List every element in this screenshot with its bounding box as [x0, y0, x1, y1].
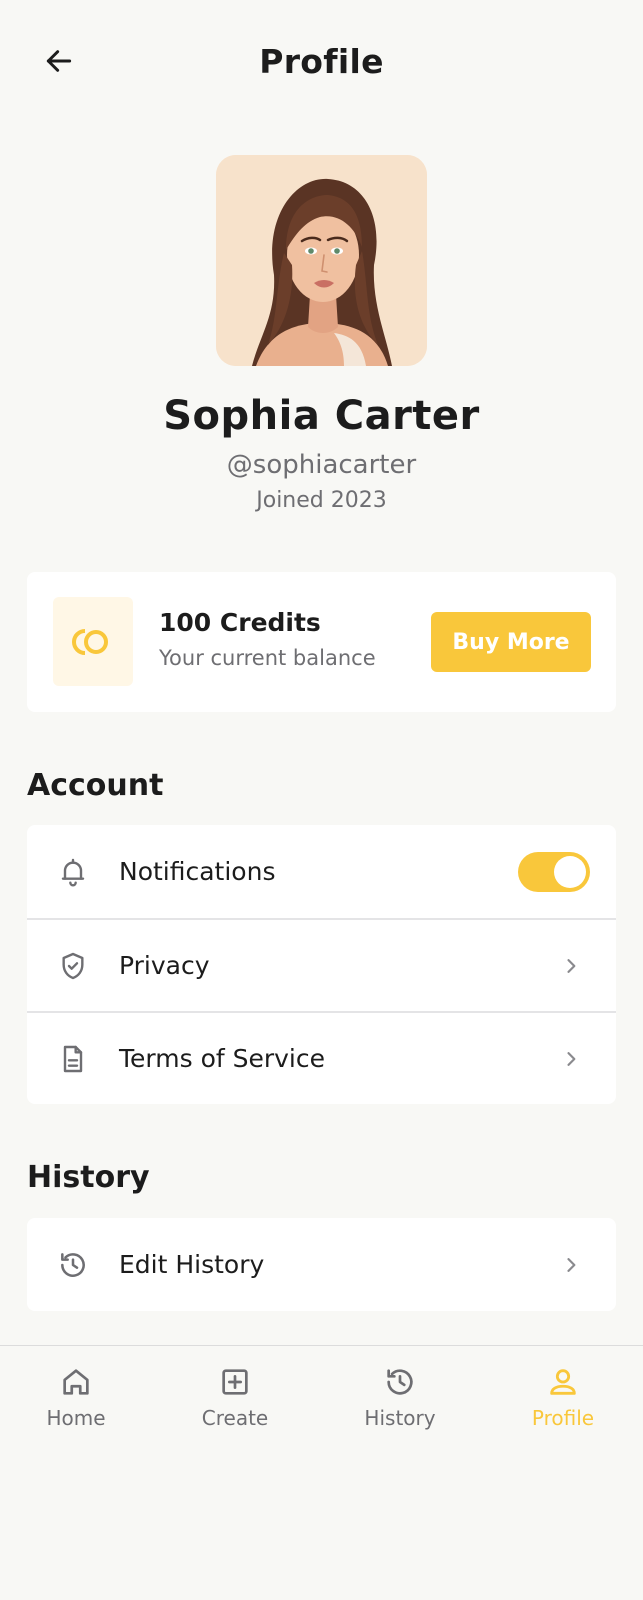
plus-square-icon — [222, 1369, 248, 1395]
coin-badge — [53, 597, 133, 686]
notifications-row[interactable]: Notifications — [27, 825, 616, 918]
nav-profile[interactable]: Profile — [503, 1364, 623, 1430]
bell-icon — [55, 854, 91, 890]
privacy-row[interactable]: Privacy — [27, 918, 616, 1011]
nav-create[interactable]: Create — [175, 1364, 295, 1430]
page-title: Profile — [259, 42, 384, 81]
notifications-toggle[interactable] — [518, 851, 590, 892]
credits-amount: 100 Credits — [159, 608, 321, 637]
history-icon — [55, 1247, 91, 1283]
nav-profile-label: Profile — [531, 1406, 595, 1430]
avatar — [216, 155, 427, 366]
bottom-navigation: Home Create History Profile — [0, 1345, 643, 1600]
home-icon — [63, 1369, 89, 1395]
user-handle: @sophiacarter — [226, 450, 417, 480]
nav-home-label: Home — [46, 1406, 106, 1430]
notifications-label: Notifications — [119, 857, 276, 886]
nav-create-label: Create — [201, 1406, 269, 1430]
chevron-right-icon — [560, 955, 582, 977]
credits-card: 100 Credits Your current balance Buy Mor… — [27, 572, 616, 712]
joined-date: Joined 2023 — [256, 488, 387, 513]
buy-more-button[interactable]: Buy More — [431, 612, 591, 672]
history-section-title: History — [27, 1160, 150, 1195]
toggle-knob — [554, 855, 586, 888]
history-icon — [387, 1369, 413, 1395]
terms-label: Terms of Service — [119, 1044, 326, 1073]
nav-history-label: History — [364, 1406, 436, 1430]
terms-of-service-row[interactable]: Terms of Service — [27, 1011, 616, 1104]
document-icon — [55, 1041, 91, 1077]
history-menu: Edit History — [27, 1218, 616, 1311]
account-section-title: Account — [27, 768, 164, 803]
nav-history[interactable]: History — [340, 1364, 460, 1430]
credits-subtitle: Your current balance — [159, 646, 376, 670]
chevron-right-icon — [560, 1254, 582, 1276]
shield-check-icon — [55, 948, 91, 984]
edit-history-label: Edit History — [119, 1250, 265, 1279]
user-icon — [550, 1369, 576, 1395]
privacy-label: Privacy — [119, 951, 210, 980]
coins-icon — [72, 628, 108, 655]
avatar-portrait-image — [216, 155, 427, 366]
edit-history-row[interactable]: Edit History — [27, 1218, 616, 1311]
nav-home[interactable]: Home — [16, 1364, 136, 1430]
user-name: Sophia Carter — [163, 393, 480, 439]
chevron-right-icon — [560, 1048, 582, 1070]
account-menu: Notifications Privacy Terms of Service — [27, 825, 616, 1104]
top-bar: Profile — [0, 0, 643, 128]
